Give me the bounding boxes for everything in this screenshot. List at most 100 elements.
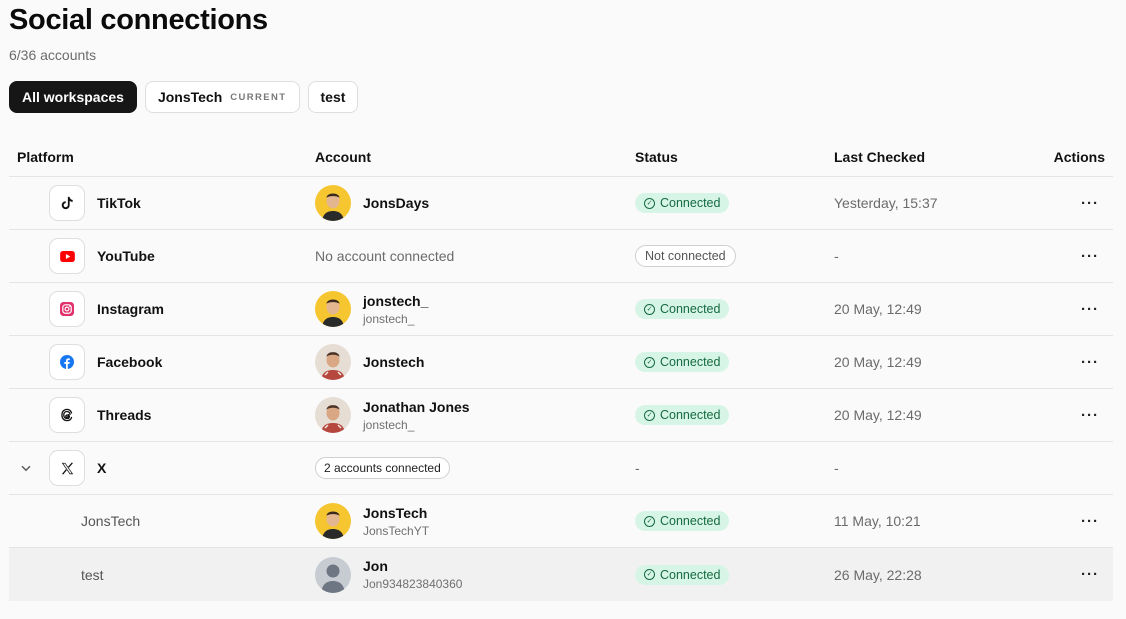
platform-name: X bbox=[97, 460, 107, 476]
account-name: jonstech_ bbox=[363, 292, 429, 309]
col-platform: Platform bbox=[17, 149, 74, 165]
more-horizontal-icon[interactable]: ··· bbox=[1081, 389, 1099, 441]
status-text: Connected bbox=[660, 196, 721, 210]
last-checked: 11 May, 10:21 bbox=[834, 513, 921, 529]
status-cell: ✓ Connected bbox=[635, 548, 730, 601]
account-name: Jonstech bbox=[363, 354, 425, 370]
last-checked: 26 May, 22:28 bbox=[834, 566, 922, 583]
tab-all-workspaces[interactable]: All workspaces bbox=[9, 81, 137, 113]
more-horizontal-icon[interactable]: ··· bbox=[1081, 495, 1099, 547]
chevron-down-icon[interactable] bbox=[21, 442, 35, 494]
accounts-count-badge: 2 accounts connected bbox=[315, 457, 450, 479]
current-badge: CURRENT bbox=[230, 91, 287, 103]
account-name: JonsDays bbox=[363, 195, 430, 211]
account-handle: Jon934823840360 bbox=[363, 577, 463, 591]
col-actions: Actions bbox=[1053, 149, 1105, 165]
account-cell: JonsTech JonsTechYT bbox=[315, 495, 429, 547]
workspace-tabs: All workspaces JonsTech CURRENT test bbox=[9, 81, 359, 113]
last-checked: - bbox=[834, 460, 839, 476]
avatar bbox=[315, 557, 351, 593]
account-name: Jonathan Jones bbox=[363, 398, 470, 415]
last-checked: 20 May, 12:49 bbox=[834, 354, 922, 370]
more-horizontal-icon[interactable]: ··· bbox=[1081, 548, 1099, 601]
last-checked: Yesterday, 15:37 bbox=[834, 195, 938, 211]
avatar bbox=[315, 397, 351, 433]
status-badge: ✓ Connected bbox=[635, 352, 730, 372]
status-text: - bbox=[635, 460, 640, 476]
connections-table: Platform Account Status Last Checked Act… bbox=[9, 139, 1113, 601]
status-badge: ✓ Connected bbox=[635, 511, 730, 531]
platform-name: TikTok bbox=[97, 195, 141, 211]
platform-name: YouTube bbox=[97, 248, 155, 264]
status-cell: ✓ Connected bbox=[635, 177, 730, 229]
avatar bbox=[315, 344, 351, 380]
table-subrow: JonsTech JonsTech JonsTechYT ✓ Connected 1… bbox=[9, 495, 1113, 548]
tab-label: JonsTech bbox=[157, 89, 223, 105]
table-header: Platform Account Status Last Checked Act… bbox=[9, 139, 1113, 177]
status-badge: ✓ Connected bbox=[635, 405, 730, 425]
avatar bbox=[315, 185, 351, 221]
col-last-checked: Last Checked bbox=[834, 149, 926, 165]
status-cell: ✓ Connected bbox=[635, 336, 730, 388]
instagram-icon bbox=[49, 291, 85, 327]
table-row-group[interactable]: X 2 accounts connected - - bbox=[9, 442, 1113, 495]
last-checked: 20 May, 12:49 bbox=[834, 407, 922, 423]
account-name: JonsTech bbox=[363, 504, 428, 521]
status-text: Connected bbox=[660, 302, 721, 316]
check-circle-icon: ✓ bbox=[644, 515, 655, 527]
account-name: Jon bbox=[363, 558, 388, 574]
more-horizontal-icon[interactable]: ··· bbox=[1081, 336, 1099, 388]
account-handle: JonsTechYT bbox=[363, 523, 430, 538]
account-cell: JonsDays bbox=[315, 177, 429, 229]
check-circle-icon: ✓ bbox=[644, 303, 655, 315]
platform-name: Threads bbox=[97, 407, 152, 423]
platform-name: Facebook bbox=[97, 354, 163, 370]
avatar bbox=[315, 291, 351, 327]
tiktok-icon bbox=[49, 185, 85, 221]
status-badge: ✓ Connected bbox=[635, 193, 730, 213]
last-checked: 20 May, 12:49 bbox=[834, 301, 922, 317]
status-cell: ✓ Connected bbox=[635, 495, 730, 547]
table-subrow: test Jon Jon934823840360 ✓ Connected 26 Ma… bbox=[9, 548, 1113, 601]
status-text: Connected bbox=[660, 514, 721, 528]
platform-name: Instagram bbox=[97, 301, 164, 317]
more-horizontal-icon[interactable]: ··· bbox=[1081, 177, 1099, 229]
check-circle-icon: ✓ bbox=[644, 197, 655, 209]
check-circle-icon: ✓ bbox=[644, 569, 655, 580]
accounts-count: 6/36 accounts bbox=[9, 47, 97, 63]
col-account: Account bbox=[315, 149, 371, 165]
table-row: YouTube No account connected Not connect… bbox=[9, 230, 1113, 283]
more-horizontal-icon[interactable]: ··· bbox=[1081, 283, 1099, 335]
account-cell: No account connected bbox=[315, 230, 454, 282]
status-cell: ✓ Connected bbox=[635, 389, 730, 441]
table-row: Instagram jonstech_ jonstech_ ✓ Connected … bbox=[9, 283, 1113, 336]
tab-label: All workspaces bbox=[22, 89, 124, 105]
account-handle: jonstech_ bbox=[363, 311, 415, 326]
account-cell: 2 accounts connected bbox=[315, 442, 450, 494]
check-circle-icon: ✓ bbox=[644, 409, 655, 421]
workspace-name: test bbox=[81, 566, 104, 583]
account-cell: jonstech_ jonstech_ bbox=[315, 283, 428, 335]
account-cell: Jon Jon934823840360 bbox=[315, 548, 462, 601]
no-account-text: No account connected bbox=[315, 248, 455, 264]
status-badge: Not connected bbox=[635, 245, 736, 267]
youtube-icon bbox=[49, 238, 85, 274]
table-row: Threads Jonathan Jones jonstech_ ✓ Connect… bbox=[9, 389, 1113, 442]
page-title: Social connections bbox=[9, 4, 268, 36]
tab-label: test bbox=[320, 89, 346, 105]
threads-icon bbox=[49, 397, 85, 433]
workspace-name: JonsTech bbox=[81, 513, 141, 529]
status-cell: ✓ Connected bbox=[635, 283, 730, 335]
status-text: Connected bbox=[660, 408, 721, 422]
col-status: Status bbox=[635, 149, 678, 165]
account-cell: Jonstech bbox=[315, 336, 424, 388]
check-circle-icon: ✓ bbox=[644, 356, 655, 368]
tab-jonstech[interactable]: JonsTech CURRENT bbox=[144, 81, 300, 113]
status-badge: ✓ Connected bbox=[635, 564, 730, 585]
last-checked: - bbox=[834, 248, 839, 264]
tab-test[interactable]: test bbox=[307, 81, 359, 113]
x-icon bbox=[49, 450, 85, 486]
more-horizontal-icon[interactable]: ··· bbox=[1081, 230, 1099, 282]
avatar bbox=[315, 503, 351, 539]
account-cell: Jonathan Jones jonstech_ bbox=[315, 389, 470, 441]
